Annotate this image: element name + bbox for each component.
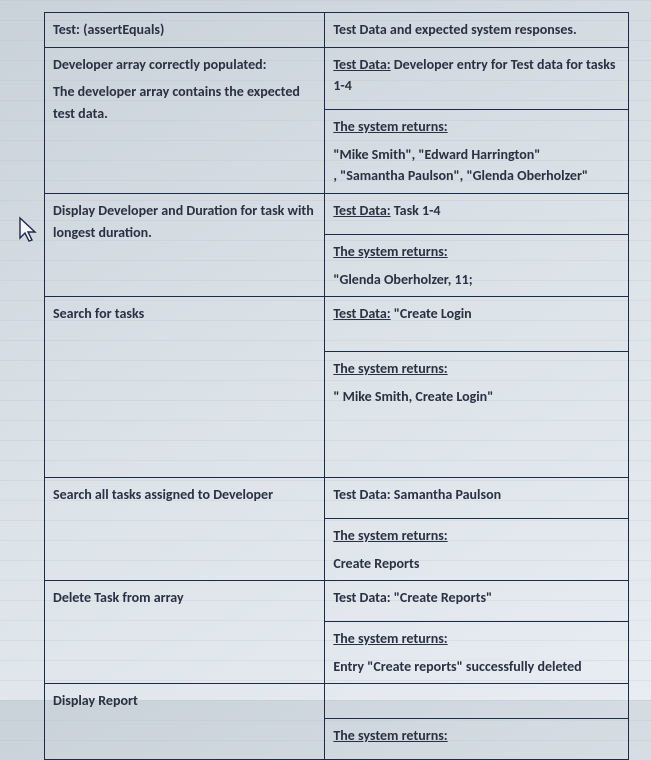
right-label-line: The system returns: <box>333 628 620 650</box>
right-line: Create Reports <box>333 553 620 575</box>
table-row: Search for tasks Test Data: "Create Login <box>45 297 629 352</box>
right-tail: "Create Reports" <box>391 589 493 606</box>
left-title: Display Developer and Duration for task … <box>53 200 316 243</box>
right-label-line: Test Data: Task 1-4 <box>333 200 620 222</box>
left-title: Search all tasks assigned to Developer <box>53 484 316 506</box>
right-label-line: The system returns: <box>333 358 620 380</box>
right-label: Test Data: <box>333 56 390 73</box>
right-line: " Mike Smith, Create Login" <box>333 386 620 408</box>
right-cell: The system returns: " Mike Smith, Create … <box>325 351 629 477</box>
right-tail: Samantha Paulson <box>391 486 501 503</box>
right-cell: The system returns: "Mike Smith", "Edward… <box>325 110 629 194</box>
right-cell: Test Data: "Create Login <box>325 297 629 352</box>
left-title: Search for tasks <box>53 303 316 325</box>
left-body: The developer array contains the expecte… <box>53 81 316 124</box>
right-tail: Task 1-4 <box>391 202 441 219</box>
header-left: Test: (assertEquals) <box>45 13 325 48</box>
cursor-icon <box>18 216 40 244</box>
right-cell: Test Data: Developer entry for Test data… <box>325 47 629 109</box>
left-title: Display Report <box>53 690 316 712</box>
right-tail: "Create Login <box>391 305 472 322</box>
left-title: Developer array correctly populated: <box>53 54 316 76</box>
right-line: , "Samantha Paulson", "Glenda Oberholzer… <box>333 165 620 187</box>
right-line: "Mike Smith", "Edward Harrington" <box>333 144 620 166</box>
right-label-line: Test Data: "Create Reports" <box>333 587 620 609</box>
left-title: Delete Task from array <box>53 587 316 609</box>
right-label: Test Data: <box>333 202 390 219</box>
right-label: Test Data: <box>333 305 390 322</box>
left-cell: Developer array correctly populated: The … <box>45 47 325 193</box>
right-cell <box>325 684 629 719</box>
right-label: The system returns: <box>333 360 447 377</box>
right-line: Entry "Create reports" successfully dele… <box>333 656 620 678</box>
right-label-line: Test Data: Developer entry for Test data… <box>333 54 620 97</box>
right-label: The system returns: <box>333 630 447 647</box>
right-label-line: Test Data: "Create Login <box>333 303 620 325</box>
right-label-line: The system returns: <box>333 725 620 747</box>
left-cell: Display Report <box>45 684 325 759</box>
left-cell: Display Developer and Duration for task … <box>45 194 325 297</box>
right-cell: The system returns: Create Reports <box>325 518 629 580</box>
right-cell: Test Data: Task 1-4 <box>325 194 629 235</box>
right-label: Test Data: <box>333 589 390 606</box>
right-cell: The system returns: <box>325 719 629 760</box>
right-cell: The system returns: Entry "Create reports… <box>325 622 629 684</box>
right-cell: Test Data: Samantha Paulson <box>325 478 629 519</box>
table-row: Display Report <box>45 684 629 719</box>
table-row: Display Developer and Duration for task … <box>45 194 629 235</box>
right-cell: The system returns: "Glenda Oberholzer, 1… <box>325 234 629 296</box>
right-label-line: The system returns: <box>333 241 620 263</box>
right-label-line: The system returns: <box>333 116 620 138</box>
table-row: Developer array correctly populated:The … <box>45 47 629 109</box>
right-label: The system returns: <box>333 118 447 135</box>
right-label: The system returns: <box>333 243 447 260</box>
left-cell: Search for tasks <box>45 297 325 478</box>
right-label: Test Data: <box>333 486 390 503</box>
table-header-row: Test: (assertEquals) Test Data and expec… <box>45 13 629 48</box>
right-cell: Test Data: "Create Reports" <box>325 581 629 622</box>
left-cell: Search all tasks assigned to Developer <box>45 478 325 581</box>
header-right: Test Data and expected system responses. <box>325 13 629 48</box>
table-row: Search all tasks assigned to Developer Te… <box>45 478 629 519</box>
right-label-line: The system returns: <box>333 525 620 547</box>
right-line: "Glenda Oberholzer, 11; <box>333 269 620 291</box>
right-label: The system returns: <box>333 727 447 744</box>
left-cell: Delete Task from array <box>45 581 325 684</box>
table-row: Delete Task from array Test Data: "Create… <box>45 581 629 622</box>
right-label-line: Test Data: Samantha Paulson <box>333 484 620 506</box>
test-spec-table: Test: (assertEquals) Test Data and expec… <box>44 12 629 760</box>
right-label: The system returns: <box>333 527 447 544</box>
